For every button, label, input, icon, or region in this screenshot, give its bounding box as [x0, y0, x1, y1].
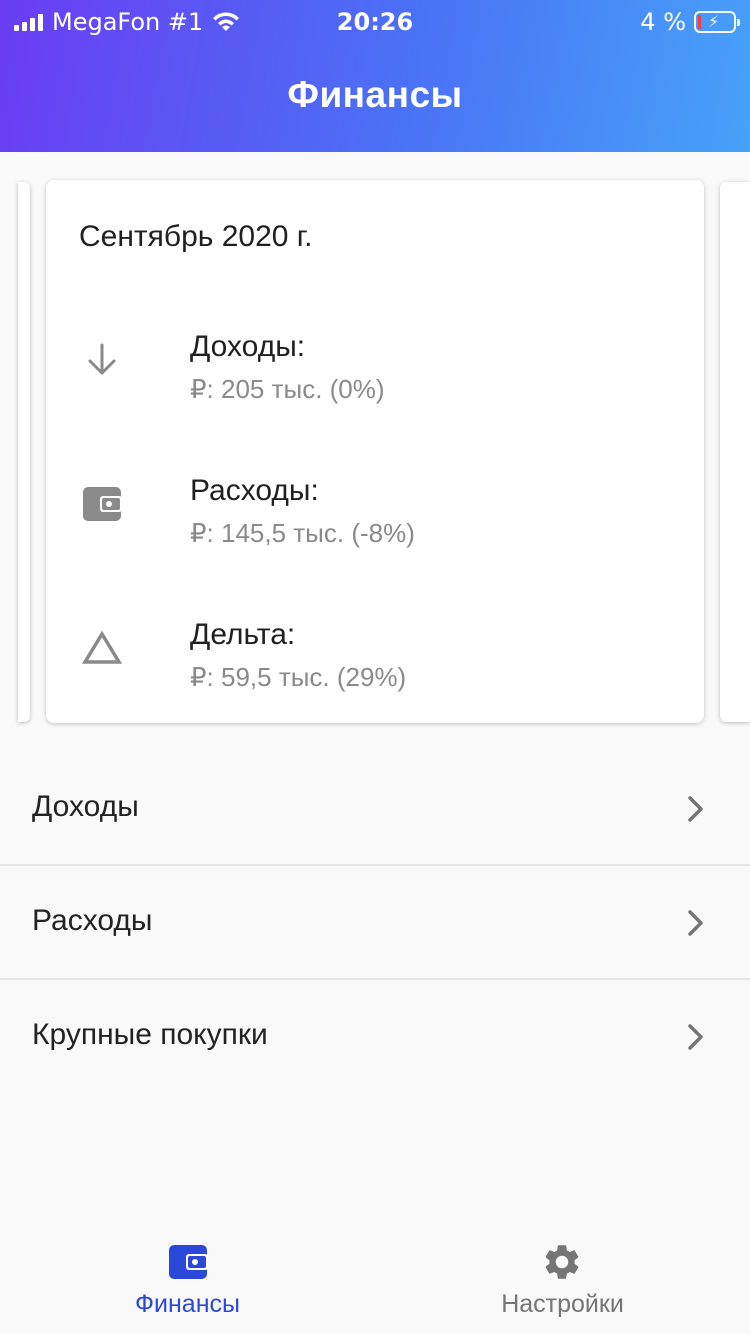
stat-value: ₽: 59,5 тыс. (29%): [190, 662, 407, 692]
card-period-title: Сентябрь 2020 г.: [79, 220, 313, 253]
stat-label: Расходы:: [190, 474, 319, 507]
page-title: Финансы: [287, 74, 463, 115]
nav-tab-finances[interactable]: Финансы: [0, 1220, 375, 1334]
stat-value: ₽: 145,5 тыс. (-8%): [190, 518, 415, 548]
previous-card-peek[interactable]: [18, 182, 30, 722]
triangle-icon: [80, 626, 124, 670]
status-right: 4 % ⚡: [640, 8, 740, 36]
wallet-icon: [166, 1240, 210, 1284]
chevron-right-icon: [688, 796, 703, 822]
stat-label: Доходы:: [190, 330, 306, 363]
menu-item-label: Доходы: [32, 790, 139, 823]
nav-label: Финансы: [135, 1290, 240, 1318]
wallet-icon: [80, 482, 124, 526]
app-header: MegaFon #1 20:26 4 % ⚡ Финансы: [0, 0, 750, 152]
nav-label: Настройки: [501, 1290, 624, 1318]
stat-income: Доходы: ₽: 205 тыс. (0%): [46, 330, 704, 410]
nav-tab-settings[interactable]: Настройки: [375, 1220, 750, 1334]
stat-label: Дельта:: [190, 618, 296, 651]
stat-expenses: Расходы: ₽: 145,5 тыс. (-8%): [46, 474, 704, 554]
bottom-nav: Финансы Настройки: [0, 1220, 750, 1334]
menu-item-big-purchases[interactable]: Крупные покупки: [0, 980, 750, 1094]
status-time: 20:26: [336, 8, 414, 36]
summary-card[interactable]: Сентябрь 2020 г. Доходы: ₽: 205 тыс. (0%…: [46, 180, 704, 723]
menu-item-label: Расходы: [32, 904, 153, 937]
arrow-down-icon: [80, 338, 124, 382]
chevron-right-icon: [688, 1024, 703, 1050]
status-bar: MegaFon #1 20:26 4 % ⚡: [0, 0, 750, 40]
menu-item-income[interactable]: Доходы: [0, 752, 750, 866]
gear-icon: [540, 1240, 584, 1284]
battery-percent: 4 %: [640, 8, 686, 36]
menu-list: Доходы Расходы Крупные покупки: [0, 752, 750, 1094]
stat-delta: Дельта: ₽: 59,5 тыс. (29%): [46, 618, 704, 698]
battery-icon: ⚡: [694, 11, 740, 33]
next-card-peek[interactable]: [720, 182, 750, 722]
menu-item-label: Крупные покупки: [32, 1018, 268, 1051]
stat-value: ₽: 205 тыс. (0%): [190, 374, 385, 404]
menu-item-expenses[interactable]: Расходы: [0, 866, 750, 980]
chevron-right-icon: [688, 910, 703, 936]
